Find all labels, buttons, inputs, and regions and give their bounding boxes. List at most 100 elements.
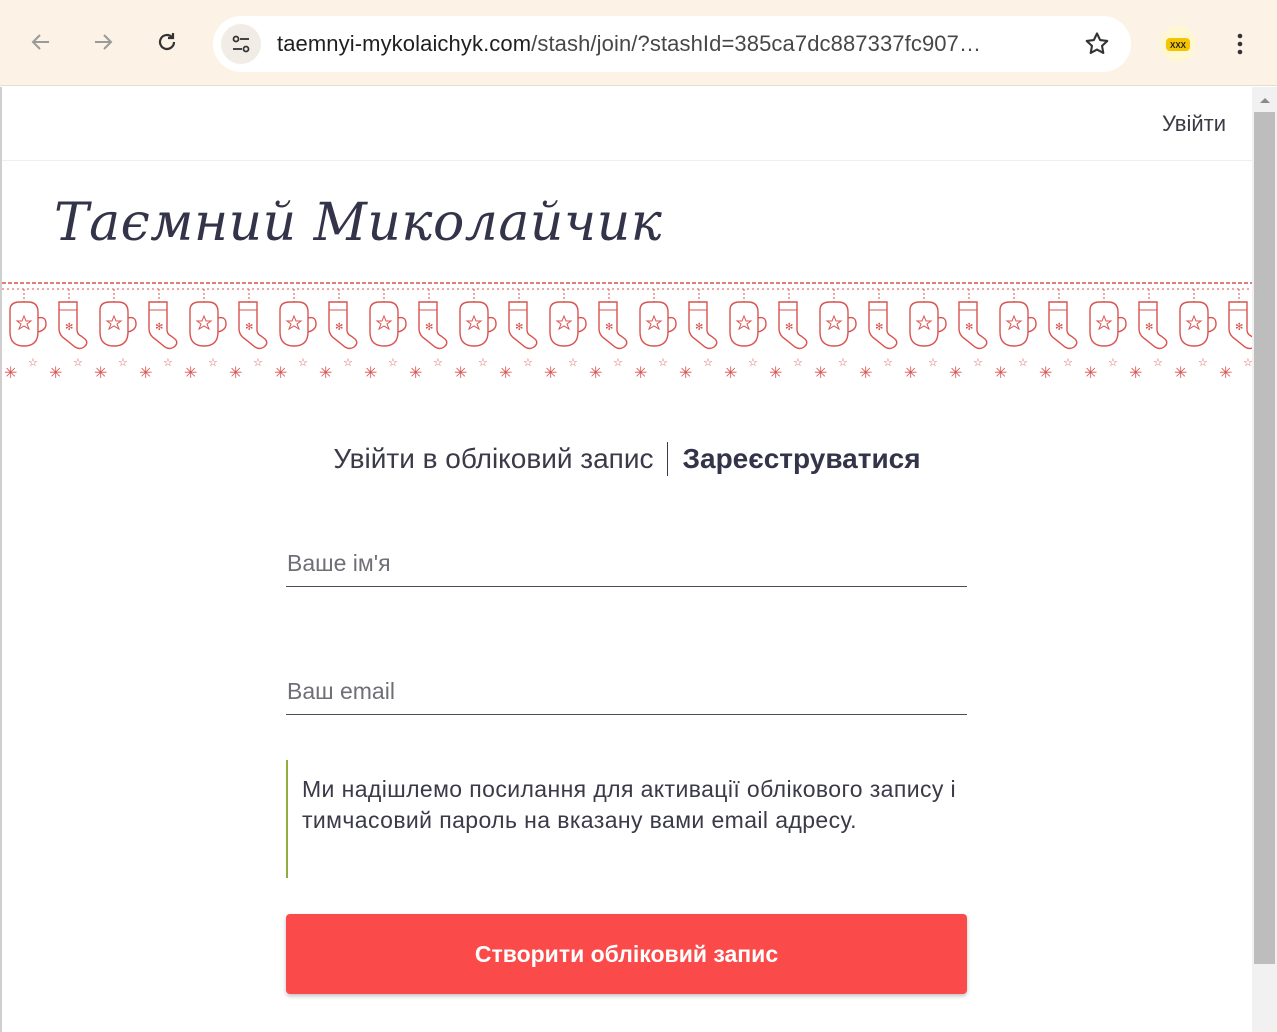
svg-text:☆: ☆ (973, 356, 983, 369)
svg-text:✻: ✻ (335, 322, 343, 333)
svg-text:☆: ☆ (433, 356, 443, 369)
svg-text:✳: ✳ (859, 363, 872, 382)
svg-text:✳: ✳ (1174, 363, 1187, 382)
svg-text:✳: ✳ (769, 363, 782, 382)
svg-text:✻: ✻ (515, 322, 523, 333)
svg-text:☆: ☆ (1198, 356, 1208, 369)
arrow-left-icon (31, 34, 49, 50)
tab-login[interactable]: Увійти в обліковий запис (319, 443, 667, 475)
svg-text:☆: ☆ (1153, 356, 1163, 369)
svg-text:✻: ✻ (785, 322, 793, 333)
svg-text:✳: ✳ (1219, 363, 1232, 382)
address-bar[interactable]: taemnyi-mykolaichyk.com/stash/join/?stas… (213, 16, 1131, 72)
svg-text:✳: ✳ (139, 363, 152, 382)
svg-text:✻: ✻ (965, 322, 973, 333)
svg-text:☆: ☆ (1063, 356, 1073, 369)
email-input[interactable] (286, 669, 967, 714)
svg-text:☆: ☆ (388, 356, 398, 369)
svg-text:✳: ✳ (454, 363, 467, 382)
svg-text:✻: ✻ (155, 322, 163, 333)
login-link[interactable]: Увійти (1162, 111, 1226, 137)
svg-text:☆: ☆ (253, 356, 263, 369)
svg-text:✳: ✳ (904, 363, 917, 382)
tab-register[interactable]: Зареєструватися (668, 443, 934, 475)
svg-text:✳: ✳ (994, 363, 1007, 382)
site-title: Таємний Миколайчик (54, 193, 663, 253)
svg-text:✳: ✳ (409, 363, 422, 382)
page-content: Увійти Таємний Миколайчик ☆ ✳ ✻ ☆ ✳ ☆ ✳ ✻ ☆ ✳ ☆ ✳ ✻ ☆… (2, 87, 1252, 1032)
bookmark-star-icon[interactable] (1083, 30, 1111, 58)
svg-text:☆: ☆ (793, 356, 803, 369)
svg-text:☆: ☆ (208, 356, 218, 369)
svg-text:✳: ✳ (94, 363, 107, 382)
site-topbar: Увійти (2, 87, 1252, 161)
scroll-up-button[interactable] (1252, 87, 1277, 112)
svg-text:✳: ✳ (319, 363, 332, 382)
triangle-up-icon (1259, 97, 1270, 103)
url-path: /stash/join/?stashId=385ca7dc887337fc907… (531, 31, 982, 56)
email-field (286, 669, 967, 715)
create-account-button[interactable]: Створити обліковий запис (286, 914, 967, 994)
svg-text:✳: ✳ (634, 363, 647, 382)
svg-text:☆: ☆ (928, 356, 938, 369)
svg-text:☆: ☆ (838, 356, 848, 369)
reload-button[interactable] (147, 22, 187, 62)
christmas-ornament-border: ☆ ✳ ✻ ☆ ✳ ☆ ✳ ✻ ☆ ✳ ☆ ✳ ✻ ☆ ✳ ☆ ✳ ✻ ☆ ✳ ☆ ✳ ✻ ☆ ✳ ☆ ✳ ✻ ☆ ✳ ☆ ✳ ✻ ☆ ✳ ☆ ✳ ✻ ☆ ✳… (2, 282, 1252, 382)
extension-label: XXX (1170, 41, 1187, 50)
svg-text:✳: ✳ (184, 363, 197, 382)
url-domain: taemnyi-mykolaichyk.com (277, 31, 532, 56)
svg-text:✻: ✻ (65, 322, 73, 333)
svg-text:✻: ✻ (695, 322, 703, 333)
back-button[interactable] (21, 22, 61, 62)
forward-button[interactable] (83, 22, 123, 62)
svg-text:✻: ✻ (245, 322, 253, 333)
svg-text:☆: ☆ (1243, 356, 1252, 369)
svg-text:✻: ✻ (1145, 322, 1153, 333)
vertical-scrollbar[interactable] (1252, 87, 1277, 1032)
browser-menu-button[interactable] (1222, 24, 1258, 64)
svg-text:✳: ✳ (589, 363, 602, 382)
svg-text:✳: ✳ (1084, 363, 1097, 382)
svg-text:☆: ☆ (478, 356, 488, 369)
svg-text:☆: ☆ (343, 356, 353, 369)
svg-text:✳: ✳ (364, 363, 377, 382)
svg-text:✳: ✳ (499, 363, 512, 382)
svg-text:☆: ☆ (613, 356, 623, 369)
more-vert-icon (1237, 33, 1243, 55)
svg-text:✳: ✳ (229, 363, 242, 382)
svg-text:☆: ☆ (73, 356, 83, 369)
extension-icon[interactable]: XXX (1160, 26, 1196, 62)
name-input[interactable] (286, 541, 967, 586)
svg-text:☆: ☆ (163, 356, 173, 369)
svg-text:✳: ✳ (1039, 363, 1052, 382)
svg-text:☆: ☆ (703, 356, 713, 369)
svg-text:☆: ☆ (1018, 356, 1028, 369)
svg-text:✳: ✳ (1129, 363, 1142, 382)
svg-text:☆: ☆ (658, 356, 668, 369)
tune-icon (232, 35, 250, 53)
svg-text:✳: ✳ (4, 363, 17, 382)
svg-text:✻: ✻ (1235, 322, 1243, 333)
svg-text:☆: ☆ (523, 356, 533, 369)
svg-text:✻: ✻ (605, 322, 613, 333)
svg-text:☆: ☆ (298, 356, 308, 369)
svg-text:✻: ✻ (875, 322, 883, 333)
arrow-right-icon (95, 34, 113, 50)
site-info-button[interactable] (221, 24, 261, 64)
svg-text:☆: ☆ (118, 356, 128, 369)
scroll-thumb[interactable] (1254, 112, 1275, 964)
name-field (286, 541, 967, 587)
svg-text:✻: ✻ (1055, 322, 1063, 333)
svg-text:✳: ✳ (274, 363, 287, 382)
reload-icon (158, 33, 176, 51)
svg-text:✻: ✻ (425, 322, 433, 333)
svg-text:☆: ☆ (883, 356, 893, 369)
activation-notice: Ми надішлемо посилання для активації обл… (286, 760, 967, 878)
svg-text:✳: ✳ (724, 363, 737, 382)
svg-text:✳: ✳ (679, 363, 692, 382)
svg-text:☆: ☆ (28, 356, 38, 369)
auth-tabs: Увійти в обліковий запис Зареєструватися (2, 439, 1252, 479)
svg-text:☆: ☆ (748, 356, 758, 369)
svg-text:☆: ☆ (568, 356, 578, 369)
svg-text:✳: ✳ (49, 363, 62, 382)
